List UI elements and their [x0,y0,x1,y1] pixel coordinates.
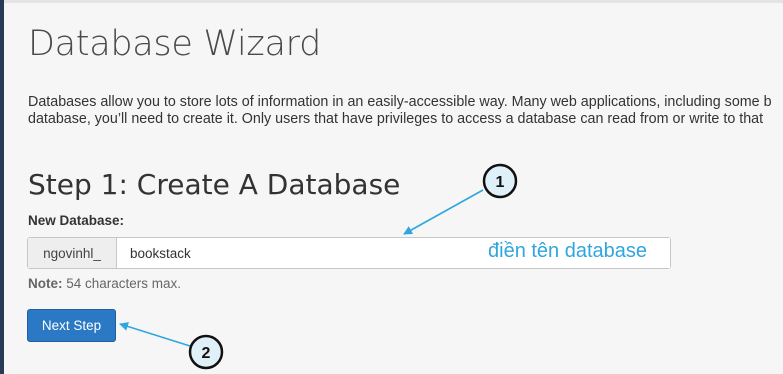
annotation-arrow-1 [403,189,484,235]
badge-2-number: 2 [202,345,211,362]
annotation-badge-1: 1 [482,163,518,199]
annotation-arrow-2 [119,322,191,347]
badge-1-number: 1 [496,174,505,191]
annotation-badge-2: 2 [188,334,224,370]
annotation-layer: 1 2 [119,163,518,370]
